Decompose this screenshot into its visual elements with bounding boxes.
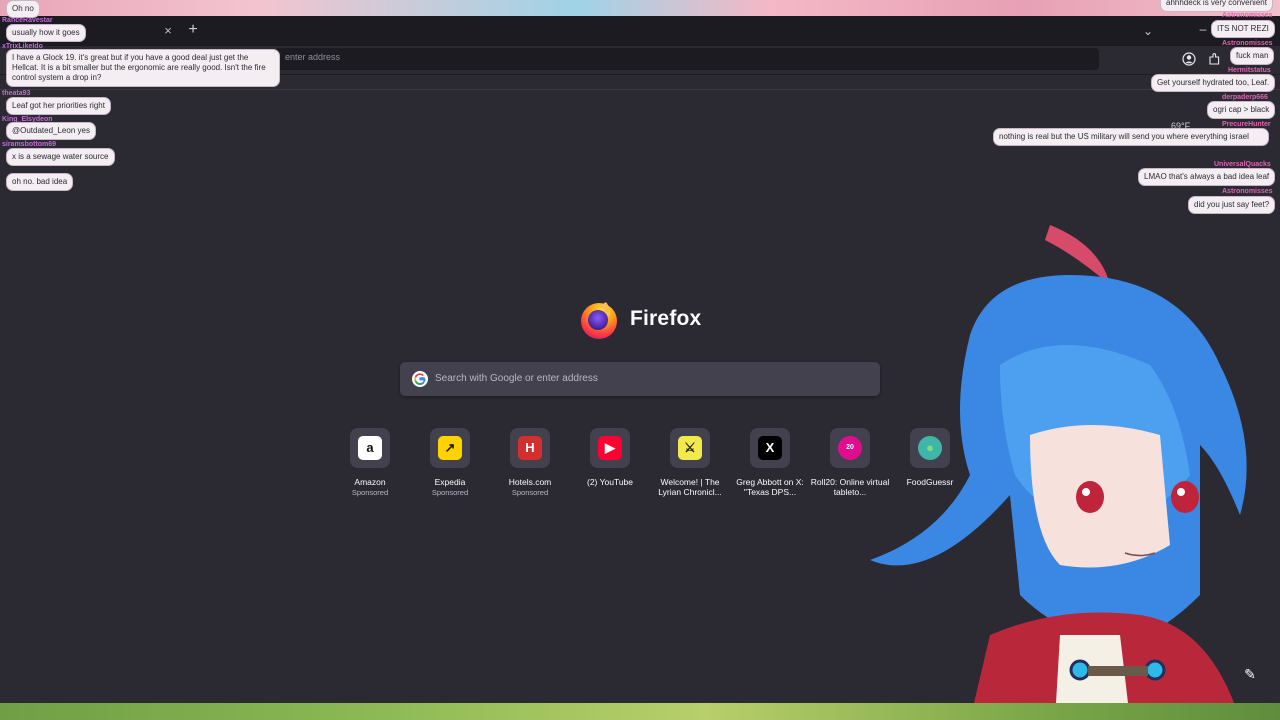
top-site-amazon[interactable]: a Amazon Sponsored [330, 428, 410, 504]
top-site-lyrian-chronicles[interactable]: ⚔ Welcome! | The Lyrian Chronicl... [650, 428, 730, 504]
amazon-icon: a [358, 436, 382, 460]
edit-pencil-icon[interactable]: ✎ [1240, 664, 1260, 684]
account-icon[interactable] [1182, 52, 1196, 66]
expedia-icon: ↗ [438, 436, 462, 460]
top-site-x[interactable]: X Greg Abbott on X: "Texas DPS... [730, 428, 810, 504]
chat-username: Astronomisses [1222, 188, 1273, 195]
chat-message: x is a sewage water source [6, 148, 115, 166]
url-bar[interactable]: enter address [275, 48, 1099, 70]
newtab-search-box[interactable]: Search with Google or enter address [400, 362, 880, 396]
tile-sponsored-label: Sponsored [431, 488, 469, 497]
url-placeholder: enter address [285, 52, 341, 62]
stream-overlay-bottom-decoration [0, 703, 1280, 720]
google-icon [412, 371, 428, 387]
chat-username: RanceRavestar [2, 17, 53, 24]
top-site-youtube[interactable]: ▶ (2) YouTube [570, 428, 650, 504]
chat-message: usually how it goes [6, 24, 86, 42]
chat-username: PrecureHunter [1222, 121, 1271, 128]
chat-username: theata93 [2, 90, 31, 97]
close-tab-icon[interactable]: × [161, 23, 175, 39]
tile-icon-box: ⚔ [670, 428, 710, 468]
swords-icon: ⚔ [678, 436, 702, 460]
extensions-icon[interactable] [1207, 52, 1221, 66]
chat-username: Astronomisses [1222, 12, 1273, 19]
stream-overlay-top-decoration [0, 0, 1280, 16]
roll20-icon: 20 [838, 436, 862, 460]
top-site-expedia[interactable]: ↗ Expedia Sponsored [410, 428, 490, 504]
new-tab-button[interactable]: + [186, 22, 200, 38]
list-all-tabs-icon[interactable]: ⌄ [1140, 24, 1156, 38]
firefox-icon [581, 302, 617, 339]
chat-username: UniversalQuacks [1214, 161, 1271, 168]
tile-title: Greg Abbott on X: "Texas DPS... [736, 477, 804, 497]
tile-title: Expedia [434, 477, 466, 487]
top-site-hotels[interactable]: H Hotels.com Sponsored [490, 428, 570, 504]
tile-icon-box: H [510, 428, 550, 468]
weather-widget: 69°F [1171, 121, 1191, 131]
chat-message: oh no. bad idea [6, 173, 74, 191]
chat-message: ITS NOT REZI [1211, 20, 1275, 38]
vtuber-avatar [870, 225, 1247, 720]
tile-icon-box: a [350, 428, 390, 468]
tile-sponsored-label: Sponsored [351, 488, 389, 497]
search-placeholder: Search with Google or enter address [435, 373, 598, 384]
chat-message: nothing is real but the US military will… [993, 128, 1269, 146]
tile-icon-box: ↗ [430, 428, 470, 468]
chat-message: ogri cap > black [1207, 101, 1276, 119]
tile-sponsored-label: Sponsored [511, 488, 549, 497]
chat-username: siramsbottom69 [2, 141, 57, 148]
tile-title: Amazon [354, 477, 386, 487]
tile-icon-box: ▶ [590, 428, 630, 468]
chat-message: did you just say feet? [1188, 196, 1276, 214]
firefox-wordmark: Firefox [630, 307, 702, 330]
tile-title: (2) YouTube [587, 477, 633, 487]
chat-message: fuck man [1230, 47, 1275, 65]
top-sites: a Amazon Sponsored ↗ Expedia Sponsored H… [330, 428, 953, 508]
chat-message: LMAO that's always a bad idea leaf [1138, 168, 1276, 186]
youtube-icon: ▶ [598, 436, 622, 460]
chat-message: Leaf got her priorities right [6, 97, 111, 115]
tile-title: Hotels.com [508, 477, 552, 487]
chat-username: derpaderp666 [1222, 94, 1268, 101]
chat-message: Oh no [6, 0, 40, 18]
chat-message: ahhhdeck is very convenient [1160, 0, 1273, 12]
chat-message: I have a Glock 19. it's great but if you… [6, 49, 280, 87]
chat-message: @Outdated_Leon yes [6, 122, 96, 140]
firefox-logo: Firefox [578, 298, 708, 342]
x-logo-icon: X [758, 436, 782, 460]
chat-username: Hermitstatus [1228, 67, 1271, 74]
hotels-icon: H [518, 436, 542, 460]
chat-username: Astronomisses [1222, 40, 1273, 47]
minimize-window-icon[interactable]: – [1196, 22, 1210, 38]
chat-message: Get yourself hydrated too, Leaf. [1151, 74, 1276, 92]
tile-title: Welcome! | The Lyrian Chronicl... [658, 477, 722, 497]
tile-icon-box: X [750, 428, 790, 468]
